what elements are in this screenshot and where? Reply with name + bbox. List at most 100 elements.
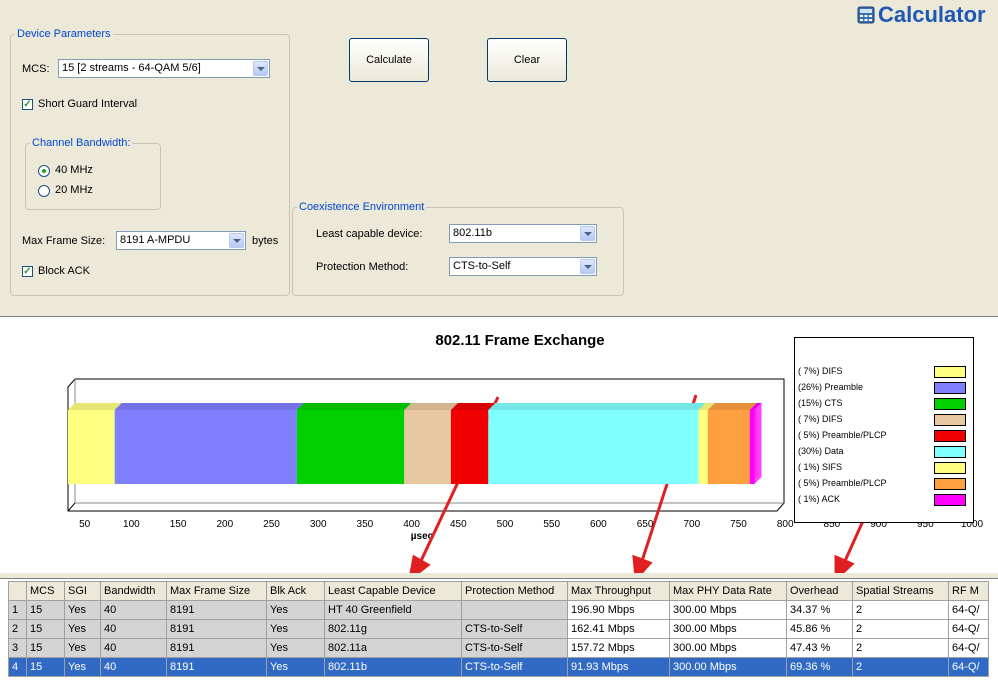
bar-segment-2 bbox=[114, 403, 304, 484]
least-capable-select[interactable]: 802.11b bbox=[449, 224, 597, 243]
table-cell[interactable]: 2 bbox=[852, 619, 949, 639]
column-header[interactable]: Spatial Streams bbox=[852, 581, 949, 601]
table-cell[interactable]: 15 bbox=[26, 657, 65, 677]
bw-20-radio[interactable] bbox=[38, 185, 50, 197]
sgi-checkbox[interactable]: ✓ bbox=[22, 99, 33, 110]
arrowhead-overhead bbox=[834, 554, 855, 573]
legend-swatch bbox=[934, 398, 966, 410]
table-cell[interactable]: 8191 bbox=[166, 619, 267, 639]
bar-segment-top bbox=[450, 403, 496, 410]
table-cell[interactable]: HT 40 Greenfield bbox=[324, 600, 462, 620]
mcs-select-value: 15 [2 streams - 64-QAM 5/6] bbox=[62, 62, 201, 74]
table-cell[interactable]: 47.43 % bbox=[786, 638, 853, 658]
column-header[interactable]: Max Frame Size bbox=[166, 581, 267, 601]
calculate-button[interactable]: Calculate bbox=[349, 38, 429, 82]
bw-40-radio[interactable] bbox=[38, 165, 50, 177]
table-cell[interactable]: 802.11a bbox=[324, 638, 462, 658]
table-cell[interactable]: 8191 bbox=[166, 638, 267, 658]
column-header[interactable]: Bandwidth bbox=[100, 581, 167, 601]
table-cell[interactable]: 69.36 % bbox=[786, 657, 853, 677]
table-cell[interactable]: 300.00 Mbps bbox=[669, 638, 787, 658]
table-cell[interactable]: 64-Q/ bbox=[948, 619, 989, 639]
table-cell[interactable]: Yes bbox=[64, 619, 101, 639]
chevron-down-icon[interactable] bbox=[253, 61, 268, 76]
table-cell[interactable]: 157.72 Mbps bbox=[567, 638, 670, 658]
table-cell[interactable]: Yes bbox=[266, 619, 325, 639]
column-header[interactable]: RF M bbox=[948, 581, 989, 601]
row-number[interactable]: 2 bbox=[8, 619, 27, 639]
table-cell[interactable]: 64-Q/ bbox=[948, 600, 989, 620]
table-cell[interactable]: CTS-to-Self bbox=[461, 657, 568, 677]
table-cell[interactable]: 64-Q/ bbox=[948, 657, 989, 677]
row-number[interactable]: 1 bbox=[8, 600, 27, 620]
legend-swatch bbox=[934, 430, 966, 442]
table-cell[interactable]: 8191 bbox=[166, 600, 267, 620]
chart-title: 802.11 Frame Exchange bbox=[435, 332, 604, 349]
legend-item: (15%) CTS bbox=[798, 396, 970, 412]
table-cell[interactable]: 162.41 Mbps bbox=[567, 619, 670, 639]
mcs-select[interactable]: 15 [2 streams - 64-QAM 5/6] bbox=[58, 59, 270, 78]
max-frame-size-value: 8191 A-MPDU bbox=[120, 234, 191, 246]
table-cell[interactable]: 2 bbox=[852, 600, 949, 620]
table-cell[interactable]: 196.90 Mbps bbox=[567, 600, 670, 620]
column-header[interactable]: Max Throughput bbox=[567, 581, 670, 601]
table-cell[interactable]: 91.93 Mbps bbox=[567, 657, 670, 677]
chart-legend: ( 7%) DIFS (26%) Preamble (15%) CTS ( 7%) D… bbox=[794, 337, 974, 523]
column-header[interactable]: Max PHY Data Rate bbox=[669, 581, 787, 601]
table-cell[interactable]: Yes bbox=[266, 600, 325, 620]
table-cell[interactable]: 34.37 % bbox=[786, 600, 853, 620]
legend-swatch bbox=[934, 494, 966, 506]
legend-swatch bbox=[934, 478, 966, 490]
table-row[interactable]: 4 15 Yes 40 8191 Yes 802.11b CTS-to-Self 91.93 M… bbox=[8, 657, 989, 677]
column-header[interactable]: Blk Ack bbox=[266, 581, 325, 601]
table-row[interactable]: 2 15 Yes 40 8191 Yes 802.11g CTS-to-Self 162.41 … bbox=[8, 619, 989, 639]
table-cell[interactable]: 40 bbox=[100, 600, 167, 620]
table-cell[interactable]: 15 bbox=[26, 638, 65, 658]
table-cell[interactable]: 15 bbox=[26, 619, 65, 639]
chevron-down-icon[interactable] bbox=[580, 259, 595, 274]
table-cell[interactable]: 300.00 Mbps bbox=[669, 619, 787, 639]
table-cell[interactable]: Yes bbox=[64, 600, 101, 620]
table-cell[interactable]: 802.11b bbox=[324, 657, 462, 677]
table-cell[interactable]: 8191 bbox=[166, 657, 267, 677]
table-cell[interactable]: 40 bbox=[100, 619, 167, 639]
x-tick-label: 650 bbox=[637, 519, 654, 530]
table-cell[interactable]: 300.00 Mbps bbox=[669, 657, 787, 677]
table-cell[interactable]: 2 bbox=[852, 638, 949, 658]
table-cell[interactable]: Yes bbox=[266, 657, 325, 677]
table-cell[interactable]: 40 bbox=[100, 638, 167, 658]
table-cell[interactable]: Yes bbox=[64, 657, 101, 677]
table-cell[interactable]: Yes bbox=[64, 638, 101, 658]
table-cell[interactable]: 45.86 % bbox=[786, 619, 853, 639]
table-cell[interactable] bbox=[461, 600, 568, 620]
bar-segment-top bbox=[707, 403, 757, 410]
chevron-down-icon[interactable] bbox=[580, 226, 595, 241]
block-ack-checkbox[interactable]: ✓ bbox=[22, 266, 33, 277]
table-cell[interactable]: 64-Q/ bbox=[948, 638, 989, 658]
column-header[interactable]: Protection Method bbox=[461, 581, 568, 601]
max-frame-size-select[interactable]: 8191 A-MPDU bbox=[116, 231, 246, 250]
column-header[interactable]: SGI bbox=[64, 581, 101, 601]
table-row[interactable]: 3 15 Yes 40 8191 Yes 802.11a CTS-to-Self 157.72 … bbox=[8, 638, 989, 658]
table-cell[interactable]: 40 bbox=[100, 657, 167, 677]
table-cell[interactable]: 300.00 Mbps bbox=[669, 600, 787, 620]
table-cell[interactable]: 15 bbox=[26, 600, 65, 620]
clear-button[interactable]: Clear bbox=[487, 38, 567, 82]
row-number[interactable]: 3 bbox=[8, 638, 27, 658]
chevron-down-icon[interactable] bbox=[229, 233, 244, 248]
column-header[interactable]: Overhead bbox=[786, 581, 853, 601]
table-row[interactable]: 1 15 Yes 40 8191 Yes HT 40 Greenfield 196.90 Mb… bbox=[8, 600, 989, 620]
bw-20-label: 20 MHz bbox=[55, 184, 93, 196]
table-cell[interactable]: CTS-to-Self bbox=[461, 638, 568, 658]
results-grid[interactable]: MCS SGI Bandwidth Max Frame Size Blk Ack Leas… bbox=[0, 578, 998, 684]
column-header[interactable]: MCS bbox=[26, 581, 65, 601]
table-cell[interactable]: 802.11g bbox=[324, 619, 462, 639]
column-header[interactable]: Least Capable Device bbox=[324, 581, 462, 601]
x-tick-label: 500 bbox=[497, 519, 514, 530]
x-tick-label: 600 bbox=[590, 519, 607, 530]
row-number[interactable]: 4 bbox=[8, 657, 27, 677]
table-cell[interactable]: CTS-to-Self bbox=[461, 619, 568, 639]
protection-method-select[interactable]: CTS-to-Self bbox=[449, 257, 597, 276]
table-cell[interactable]: Yes bbox=[266, 638, 325, 658]
table-cell[interactable]: 2 bbox=[852, 657, 949, 677]
